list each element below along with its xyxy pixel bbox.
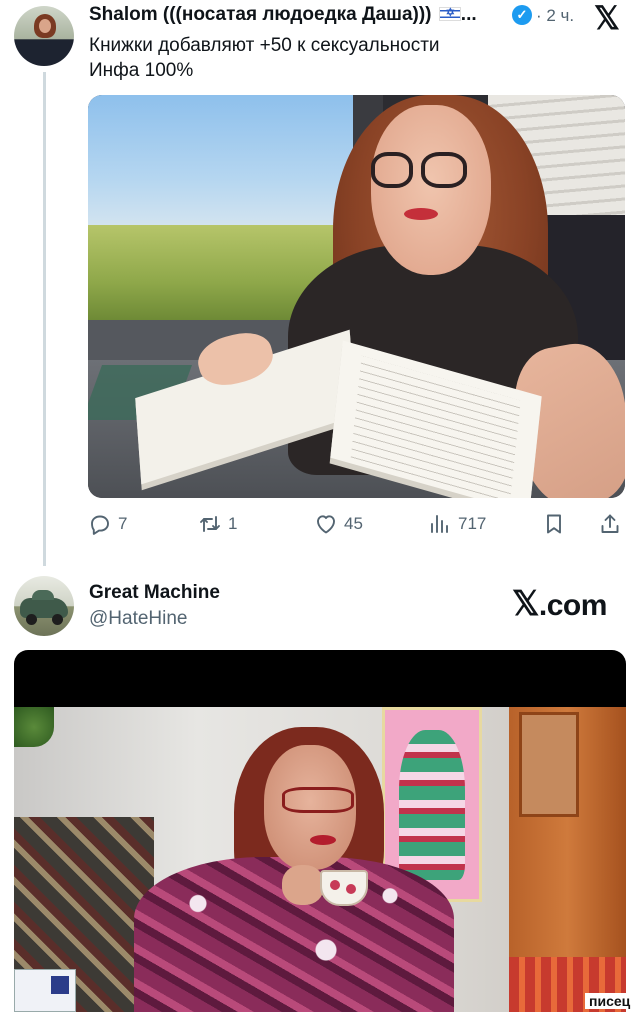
thread-line bbox=[43, 72, 46, 566]
views-count: 717 bbox=[458, 514, 487, 533]
author-name[interactable]: Shalom (((носатая людоедка Даша))) ... bbox=[89, 4, 489, 26]
site-watermark: писец bbox=[585, 993, 631, 1009]
photo-lips bbox=[310, 835, 336, 845]
author-name[interactable]: Great Machine bbox=[89, 582, 220, 604]
author-avatar[interactable] bbox=[14, 576, 74, 636]
tweet-actions: 7 1 45 717 bbox=[88, 510, 628, 538]
heart-icon bbox=[317, 515, 335, 534]
x-com-suffix: .com bbox=[538, 589, 608, 622]
views-chart-icon bbox=[431, 515, 448, 533]
name-ellipsis: ... bbox=[460, 4, 477, 25]
retweet-count: 1 bbox=[228, 514, 238, 533]
tweet-photo[interactable] bbox=[88, 95, 625, 498]
avatar-face bbox=[39, 19, 51, 33]
retweet-icon bbox=[200, 516, 220, 532]
reply-count: 7 bbox=[118, 514, 128, 533]
x-logo-icon[interactable]: 𝕏 bbox=[594, 2, 620, 34]
photo-teacup bbox=[320, 870, 368, 906]
like-count: 45 bbox=[344, 514, 363, 533]
tweet-text-line-1: Книжки добавляют +50 к сексуальности bbox=[89, 35, 440, 56]
bookmark-button[interactable] bbox=[542, 510, 566, 538]
photo-scene bbox=[14, 707, 626, 1012]
views-button[interactable]: 717 bbox=[428, 510, 486, 538]
reply-icon bbox=[91, 515, 109, 535]
tweet-text-line-2: Инфа 100% bbox=[89, 60, 194, 81]
photo-lips bbox=[404, 208, 438, 220]
share-button[interactable] bbox=[598, 510, 622, 538]
verified-badge-icon[interactable]: ✓ bbox=[512, 5, 532, 25]
x-logo-icon: 𝕏 bbox=[512, 585, 539, 623]
photo-person-face bbox=[371, 105, 491, 275]
retweet-button[interactable]: 1 bbox=[198, 510, 237, 538]
tweet-text: Книжки добавляют +50 к сексуальности Инф… bbox=[89, 33, 440, 83]
share-icon bbox=[601, 514, 619, 533]
israel-flag-icon bbox=[438, 6, 461, 21]
photo-corner-sticker bbox=[14, 969, 76, 1012]
reply-button[interactable]: 7 bbox=[88, 510, 127, 538]
x-com-brand: 𝕏.com bbox=[512, 584, 607, 624]
avatar-car-wheel bbox=[26, 614, 37, 625]
photo-plant bbox=[14, 707, 54, 747]
photo-hand bbox=[282, 865, 324, 905]
photo-window-sky bbox=[88, 95, 368, 235]
tweet-timestamp[interactable]: · 2 ч. bbox=[536, 6, 574, 26]
photo-cabinet-glass bbox=[519, 712, 579, 817]
photo-glasses-left bbox=[371, 152, 413, 188]
photo-glasses bbox=[282, 787, 354, 813]
tweet-photo[interactable] bbox=[14, 650, 626, 1012]
like-button[interactable]: 45 bbox=[314, 510, 363, 538]
author-handle[interactable]: @HateHine bbox=[89, 608, 188, 630]
photo-glasses-right bbox=[421, 152, 467, 188]
bookmark-icon bbox=[547, 514, 561, 534]
avatar-car-wheel bbox=[52, 614, 63, 625]
author-avatar[interactable] bbox=[14, 6, 74, 66]
author-name-text: Shalom (((носатая людоедка Даша))) bbox=[89, 4, 432, 25]
